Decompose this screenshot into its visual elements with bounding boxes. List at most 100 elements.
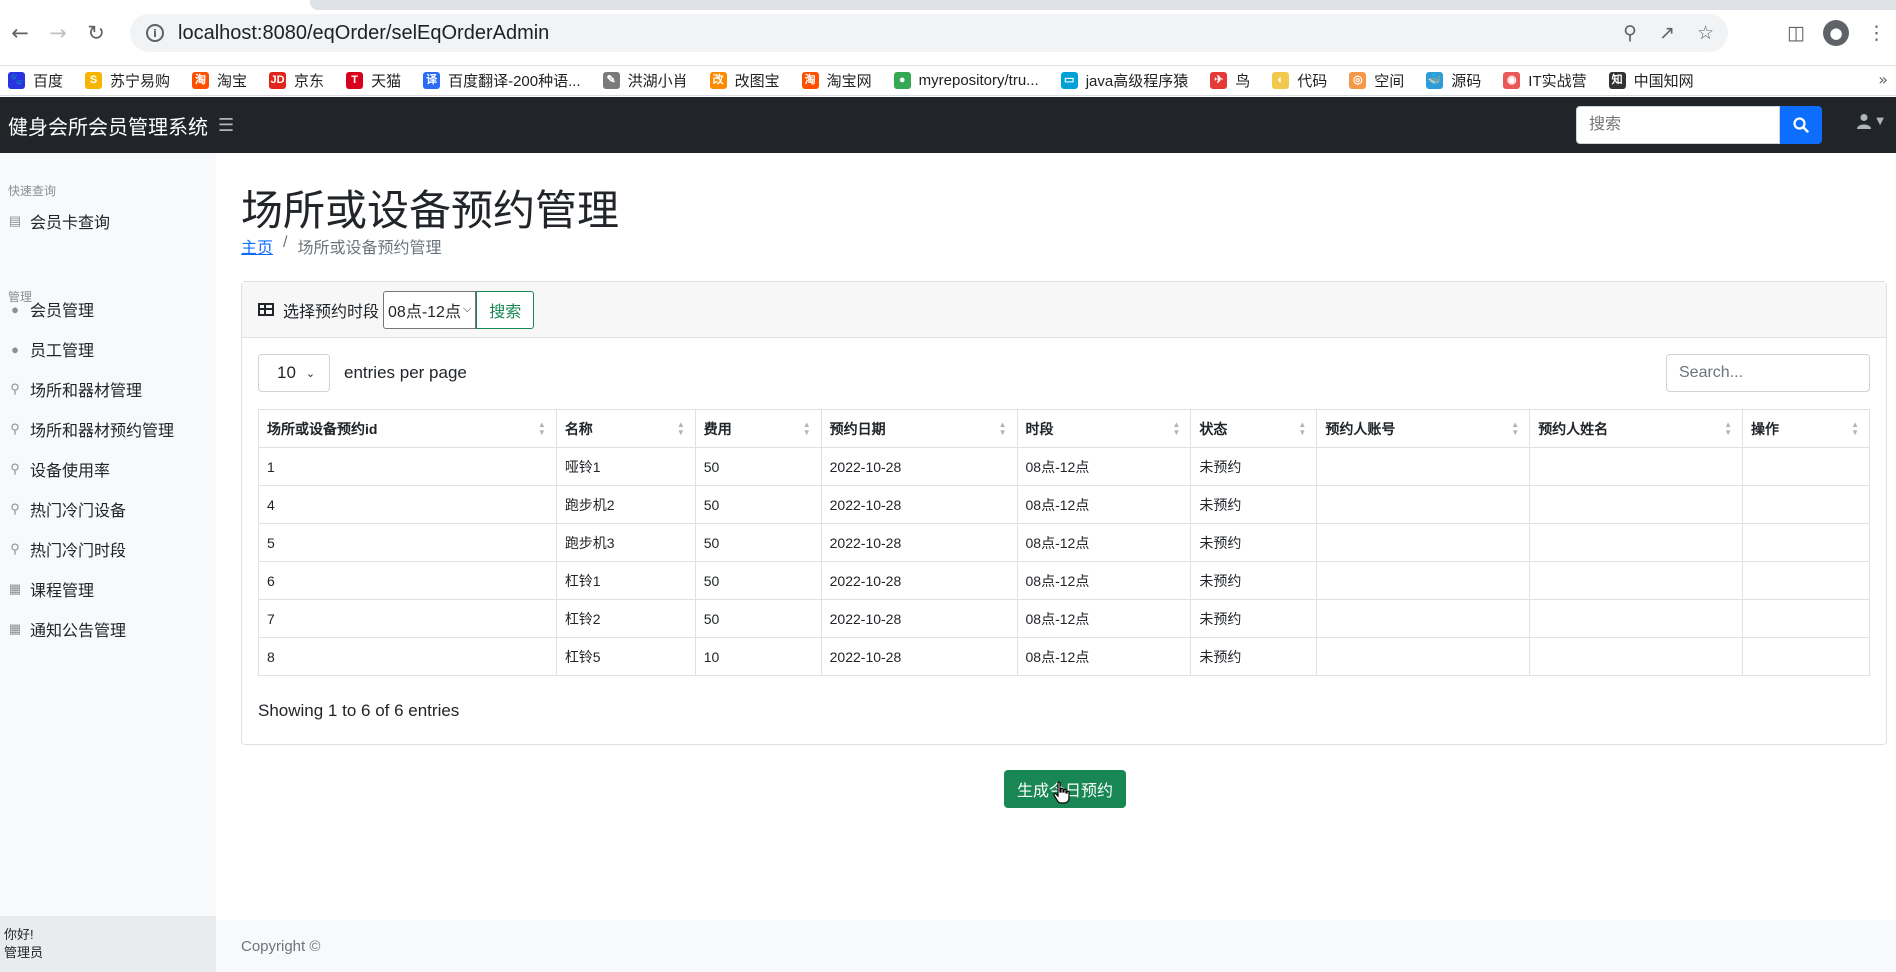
column-header-label: 预约日期 (829, 420, 886, 437)
bookmark-item[interactable]: 🐾 百度 (8, 70, 63, 91)
bookmark-item[interactable]: 淘淘宝 (192, 70, 247, 91)
browser-menu-icon[interactable]: ⋮ (1867, 22, 1886, 44)
bookmark-item[interactable]: ✎ 洪湖小肖 (602, 70, 688, 91)
navbar-search (1576, 106, 1822, 144)
breadcrumb-home-link[interactable]: 主页 (241, 234, 273, 258)
period-select-value: 08点-12点 (388, 303, 461, 321)
sidebar-item-label: 通知公告管理 (30, 623, 127, 640)
side-panel-icon[interactable]: ◫ (1787, 22, 1805, 44)
filter-search-button[interactable]: 搜索 (476, 290, 535, 329)
role-text: 管理员 (4, 945, 44, 960)
profile-icon[interactable]: ● (1823, 20, 1849, 46)
bookmark-item[interactable]: ✈ 鸟 (1210, 70, 1250, 91)
sidebar-item[interactable]: ● 会员管理 (8, 297, 94, 321)
sidebar-toggle-icon[interactable]: ☰ (218, 115, 234, 136)
column-header[interactable]: 时段 ▲ ▼ (1016, 409, 1192, 448)
bookmark-item[interactable]: 译百度翻译-200种语... (423, 70, 581, 91)
brand-title[interactable]: 健身会所会员管理系统 (0, 111, 218, 140)
table-search-input[interactable]: Search... (1666, 354, 1870, 392)
user-dropdown[interactable]: ▼ (1856, 113, 1884, 129)
table-cell: 哑铃1 (555, 447, 696, 486)
column-header[interactable]: 场所或设备预约id ▲ ▼ (258, 409, 557, 448)
bookmark-item[interactable]: ● myrepository/tru... (893, 72, 1039, 89)
per-page-select[interactable]: 10 ⌄ (258, 354, 330, 392)
forward-arrow-icon[interactable]: → (40, 15, 76, 51)
sidebar-item[interactable]: ▦ 课程管理 (8, 577, 94, 601)
sidebar-item-label: 设备使用率 (30, 463, 111, 480)
page-title: 场所或设备预约管理 (241, 187, 620, 234)
column-header[interactable]: 费用 ▲ ▼ (694, 409, 822, 448)
bookmark-favicon-icon: 译 (423, 72, 441, 89)
bookmark-item[interactable]: 改改图宝 (709, 70, 780, 91)
bookmark-favicon-icon: ◎ (1349, 72, 1367, 89)
app-navbar: 健身会所会员管理系统 ☰ ▼ (0, 97, 1896, 153)
navbar-search-button[interactable] (1780, 106, 1822, 144)
sidebar-item[interactable]: ⚲ 设备使用率 (8, 457, 110, 481)
table-cell (1316, 447, 1531, 486)
sidebar: 快速查询 管理 ▤ 会员卡查询 ● 会员管理 ● 员工管理 ⚲ 场所和器材管理 ⚲ 场所和器材预约… (0, 153, 216, 972)
sidebar-item[interactable]: ▤ 会员卡查询 (8, 209, 110, 233)
table-cell: 50 (694, 523, 822, 562)
bookmark-label: 淘宝 (217, 73, 248, 90)
bookmark-label: 百度翻译-200种语... (448, 73, 581, 90)
sort-icon: ▲ ▼ (1298, 420, 1307, 437)
bookmark-label: 代码 (1297, 73, 1328, 90)
bookmark-label: myrepository/tru... (918, 72, 1039, 89)
bookmark-item[interactable]: JD 京东 (269, 70, 324, 91)
table-cell: 08点-12点 (1016, 561, 1192, 600)
url-text[interactable]: localhost:8080/eqOrder/selEqOrderAdmin (178, 22, 549, 45)
table-cell: 2022-10-28 (820, 637, 1018, 676)
bookmark-favicon-icon: ◉ (1503, 72, 1521, 89)
sidebar-item[interactable]: ⚲ 场所和器材管理 (8, 377, 142, 401)
sidebar-item[interactable]: ⚲ 热门冷门设备 (8, 497, 126, 521)
table-cell: 08点-12点 (1016, 637, 1192, 676)
datatable-top: 10 ⌄ entries per page Search... (258, 354, 1870, 392)
bookmark-item[interactable]: 🐳 源码 (1426, 70, 1481, 91)
back-arrow-icon[interactable]: ← (2, 15, 38, 51)
table-cell: 6 (258, 561, 557, 600)
column-header[interactable]: 预约人账号 ▲ ▼ (1316, 409, 1531, 448)
column-header[interactable]: 名称 ▲ ▼ (555, 409, 696, 448)
share-icon[interactable]: ↗ (1659, 22, 1675, 44)
per-page-control: 10 ⌄ entries per page (258, 354, 467, 392)
table-cell (1742, 561, 1870, 600)
sidebar-item[interactable]: ⚲ 场所和器材预约管理 (8, 417, 174, 441)
bookmark-item[interactable]: ◐ 代码 (1272, 70, 1327, 91)
column-header[interactable]: 操作 ▲ ▼ (1742, 409, 1870, 448)
bookmark-item[interactable]: ▭ java高级程序猿 (1060, 70, 1188, 91)
bookmark-item[interactable]: T 天猫 (346, 70, 401, 91)
sidebar-item[interactable]: ● 员工管理 (8, 337, 94, 361)
bookmark-item[interactable]: 淘淘宝网 (801, 70, 872, 91)
bookmark-favicon-icon: ◐ (1272, 72, 1290, 89)
period-select[interactable]: 08点-12点 ⌵ (383, 290, 477, 329)
bookmark-item[interactable]: 知中国知网 (1608, 70, 1694, 91)
bookmark-item[interactable]: S 苏宁易购 (85, 70, 170, 91)
sort-icon: ▲ ▼ (676, 420, 685, 437)
table-info: Showing 1 to 6 of 6 entries (258, 701, 460, 720)
more-bookmarks-icon[interactable]: » (1878, 70, 1888, 89)
table-cell: 2022-10-28 (820, 447, 1018, 486)
sidebar-item[interactable]: ⚲ 热门冷门时段 (8, 537, 126, 561)
bookmark-item[interactable]: ◎ 空间 (1349, 70, 1404, 91)
bookmarks-bar: 🐾 百度 S 苏宁易购 淘淘宝 JD 京东 T 天猫 译百度翻译-200种语... ✎ 洪湖小肖改改图… (0, 66, 1896, 96)
column-header-label: 场所或设备预约id (267, 420, 378, 437)
sidebar-heading-quick: 快速查询 (8, 184, 57, 198)
reload-icon[interactable]: ↻ (78, 15, 114, 51)
sidebar-item[interactable]: ▦ 通知公告管理 (8, 617, 126, 641)
table-cell: 跑步机3 (555, 523, 696, 562)
zoom-icon[interactable]: ⚲ (1623, 22, 1637, 44)
site-info-icon[interactable]: i (146, 24, 164, 42)
table-cell (1316, 637, 1531, 676)
table-cell (1316, 599, 1531, 638)
navbar-search-input[interactable] (1576, 106, 1780, 144)
address-bar[interactable]: i localhost:8080/eqOrder/selEqOrderAdmin… (130, 14, 1728, 52)
per-page-value: 10 (277, 363, 296, 382)
bookmark-item[interactable]: ◉ IT实战营 (1503, 70, 1587, 91)
sidebar-item-label: 场所和器材预约管理 (30, 423, 175, 440)
column-header[interactable]: 预约日期 ▲ ▼ (820, 409, 1018, 448)
column-header[interactable]: 预约人姓名 ▲ ▼ (1529, 409, 1744, 448)
column-header[interactable]: 状态 ▲ ▼ (1190, 409, 1318, 448)
sort-icon: ▲ ▼ (1511, 420, 1520, 437)
bookmark-star-icon[interactable]: ☆ (1697, 22, 1714, 44)
bookmark-favicon-icon: T (346, 72, 364, 89)
